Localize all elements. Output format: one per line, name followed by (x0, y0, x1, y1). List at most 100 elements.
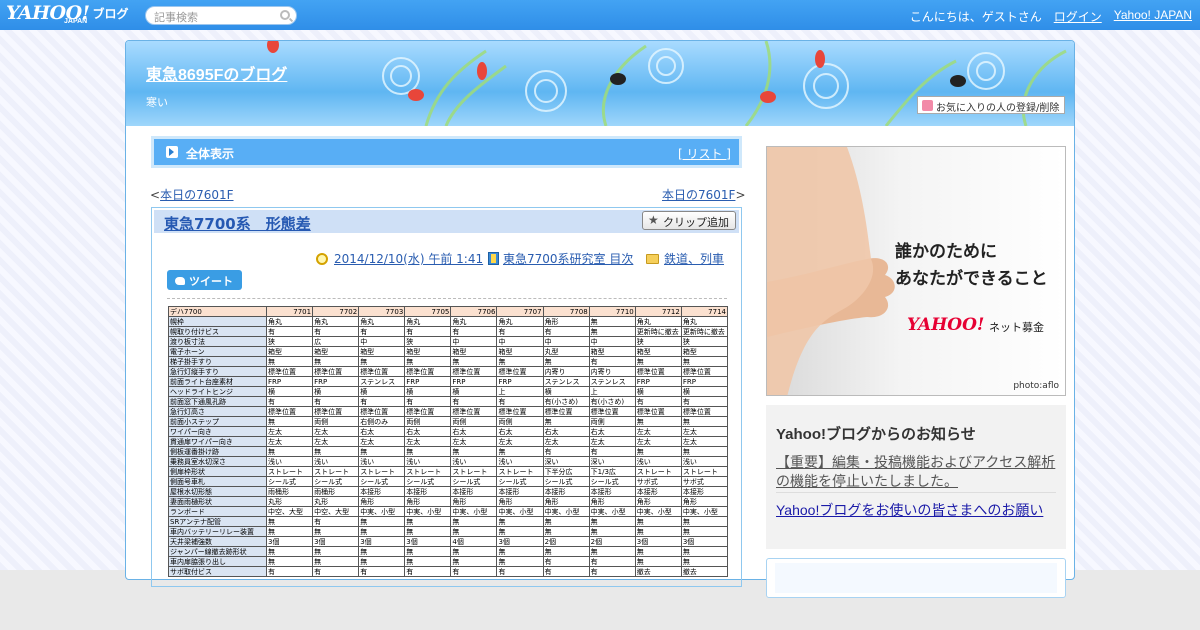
table-cell: 左太 (404, 436, 452, 447)
table-cell: 角形 (588, 496, 636, 507)
table-cell: 雨桶形 (265, 486, 314, 497)
table-cell: 角丸 (634, 316, 682, 327)
table-cell: 7707 (496, 306, 544, 317)
next-post-link[interactable]: 本日の7601F (662, 188, 735, 202)
table-cell: 無 (542, 546, 590, 557)
table-cell: 有 (588, 356, 636, 367)
clip-add-button[interactable]: ★ クリップ追加 (642, 211, 736, 230)
search-icon[interactable] (280, 10, 290, 20)
table-cell: 無 (634, 546, 682, 557)
table-cell: 角形 (450, 496, 498, 507)
tweet-button[interactable]: ツイート (167, 270, 242, 290)
table-cell: 本接形 (358, 486, 406, 497)
table-cell: ストレート (358, 466, 406, 477)
table-row-label: ジャンパー線撤去跡形状 (168, 546, 267, 557)
table-cell: FRP (680, 376, 729, 387)
table-cell: 7708 (542, 306, 590, 317)
table-cell: 右太 (588, 426, 636, 437)
table-cell: シール式 (265, 476, 314, 487)
table-cell: 箱型 (634, 346, 682, 357)
list-link[interactable]: [ リスト ] (678, 147, 731, 161)
table-cell: 無 (312, 546, 360, 557)
comparison-table: デハ7700 7701 7702 7703 7705 7706 7707 7708 7710 77… (168, 306, 729, 577)
prev-post-nav[interactable]: <本日の7601F (150, 186, 234, 203)
list-link-wrapper[interactable]: [ リスト ] (678, 145, 731, 162)
table-cell: 有 (542, 566, 590, 577)
table-cell: 標準位置 (265, 366, 314, 377)
yahoo-blog-logo[interactable]: YAHOO! JAPAN ブログ (6, 3, 129, 27)
login-link[interactable]: ログイン (1054, 8, 1102, 25)
table-cell: 更新時に撤去 (634, 326, 682, 337)
table-cell: 中 (496, 336, 544, 347)
table-cell: 無 (404, 446, 452, 457)
table-cell: 無 (312, 446, 360, 457)
yahoo-japan-link[interactable]: Yahoo! JAPAN (1114, 8, 1192, 25)
table-cell: 下半分広 (542, 466, 590, 477)
table-cell: 角丸 (404, 316, 452, 327)
table-cell: 中空、大型 (265, 506, 314, 517)
table-cell: 無 (496, 516, 544, 527)
table-cell: 本接形 (542, 486, 590, 497)
table-cell: 標準位置 (358, 406, 406, 417)
table-cell: ストレート (680, 466, 729, 477)
table-cell: 角形 (496, 496, 544, 507)
table-row: 車内扉脇張り出し無無無無無無有有無無 (168, 556, 729, 567)
table-cell: 無 (496, 556, 544, 567)
table-cell: 内寄り (542, 366, 590, 377)
table-cell: 左太 (680, 436, 729, 447)
table-cell: 有 (312, 326, 360, 337)
table-cell: 有 (358, 396, 406, 407)
table-cell: 箱型 (588, 346, 636, 357)
table-cell: 標準位置 (634, 366, 682, 377)
table-row: 幌枠 角丸 角丸 角丸 角丸 角丸 角丸 角形無角丸 角丸 (168, 316, 729, 327)
post-book-link[interactable]: 東急7700系研究室 目次 (503, 250, 633, 267)
user-nav: こんにちは、ゲストさん ログイン Yahoo! JAPAN (910, 8, 1192, 25)
table-row-label: 渡り板寸法 (168, 336, 267, 347)
next-post-nav[interactable]: 本日の7601F> (662, 186, 746, 203)
prev-post-link[interactable]: 本日の7601F (160, 188, 233, 202)
table-row-label: 車内バッテリーリレー装置 (168, 526, 267, 537)
table-cell: 無 (404, 516, 452, 527)
table-cell: 無 (496, 446, 544, 457)
donation-ad-banner[interactable]: 誰かのために あなたができること YAHOO! ネット募金 photo:aflo (766, 146, 1066, 396)
table-cell: 深い (542, 456, 590, 467)
post-date-link[interactable]: 2014/12/10(水) 午前 1:41 (334, 250, 483, 267)
table-cell: 角形 (634, 496, 682, 507)
table-cell: 標準位置 (358, 366, 406, 377)
table-cell: 角丸 (358, 316, 406, 327)
table-cell: 3個 (404, 536, 452, 547)
table-row: 電子ホーン 箱型 箱型 箱型 箱型 箱型 箱型 丸型 箱型 箱型 箱型 (168, 346, 729, 357)
table-cell: 丸形 (265, 496, 314, 507)
table-cell: 角形 (680, 496, 729, 507)
post-title-link[interactable]: 東急7700系 形態差 (164, 213, 311, 234)
favorite-register-button[interactable]: お気に入りの人の登録/削除 (917, 96, 1066, 114)
blog-frame: 東急8695Fのブログ 寒い お気に入りの人の登録/削除 全体表示 [ リスト … (125, 40, 1075, 598)
table-cell: 有(小さめ) (588, 396, 636, 407)
table-cell: 上 (496, 386, 544, 397)
table-cell: 浅い (265, 456, 314, 467)
table-cell: 浅い (358, 456, 406, 467)
sidebar-box-inner (775, 563, 1057, 593)
table-row-label: 車内扉脇張り出し (168, 556, 267, 567)
ad-copy: 誰かのために あなたができること (895, 239, 1048, 293)
table-cell: 箱型 (450, 346, 498, 357)
table-cell: 有 (588, 556, 636, 567)
notice-item-request[interactable]: Yahoo!ブログをお使いの皆さまへのお願い (776, 500, 1058, 520)
table-row: 車内バッテリーリレー装置無無無無無無無無無無 (168, 526, 729, 537)
post-title-bar: 東急7700系 形態差 ★ クリップ追加 (154, 210, 739, 233)
table-cell: 無 (450, 356, 498, 367)
search-input[interactable]: 記事検索 (145, 6, 297, 25)
table-row: 乗務員室水切深さ 浅い 浅い 浅い 浅い 浅い 浅い 深い 深い 浅い 浅い (168, 456, 729, 467)
table-cell: 箱型 (404, 346, 452, 357)
table-cell: 深い (588, 456, 636, 467)
table-cell: 上 (588, 386, 636, 397)
table-cell: 狭 (680, 336, 729, 347)
blog-title-link[interactable]: 東急8695Fのブログ (146, 61, 287, 85)
post-category-link[interactable]: 鉄道、列車 (664, 250, 724, 267)
table-cell: 両側 (450, 416, 498, 427)
table-cell: 左太 (634, 436, 682, 447)
table-cell: 横 (542, 386, 590, 397)
notice-item-important[interactable]: 【重要】編集・投稿機能およびアクセス解析の機能を停止いたしました。 (776, 453, 1058, 491)
table-cell: 左太 (450, 436, 498, 447)
table-cell: 無 (265, 546, 314, 557)
